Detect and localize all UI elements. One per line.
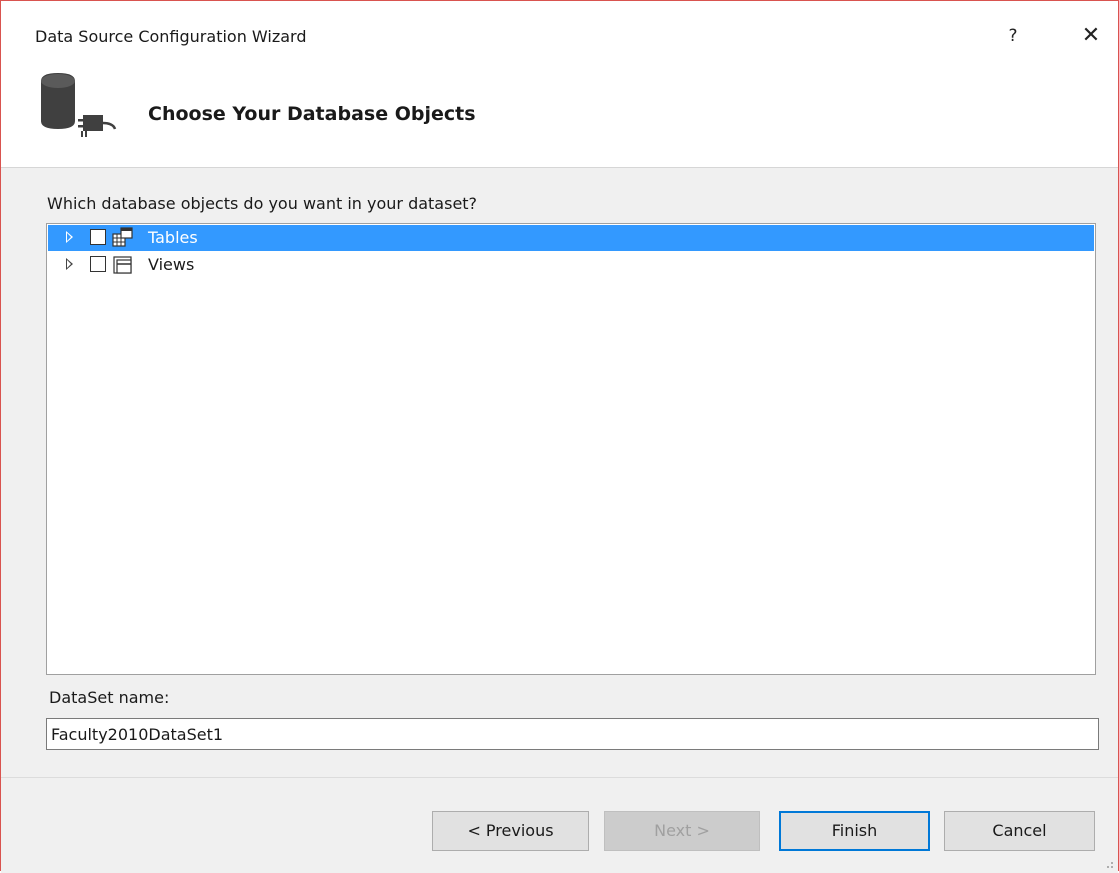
wizard-window: Data Source Configuration Wizard ? ✕ Cho… <box>0 0 1119 873</box>
question-label: Which database objects do you want in yo… <box>47 194 478 213</box>
page-title: Choose Your Database Objects <box>148 103 476 125</box>
cancel-button[interactable]: Cancel <box>944 811 1095 851</box>
title-bar: Data Source Configuration Wizard ? ✕ <box>1 1 1118 71</box>
database-connection-icon <box>41 73 117 137</box>
expand-arrow-icon[interactable] <box>66 258 73 270</box>
help-button[interactable]: ? <box>1001 21 1025 51</box>
next-button[interactable]: Next > <box>604 811 760 851</box>
views-checkbox[interactable] <box>90 256 106 272</box>
database-objects-tree[interactable]: Tables Views <box>46 223 1096 675</box>
dataset-name-input[interactable] <box>46 718 1099 750</box>
resize-grip-icon[interactable] <box>1104 859 1114 869</box>
button-bar: < Previous Next > Finish Cancel <box>1 777 1118 873</box>
tree-item-label: Tables <box>148 228 198 247</box>
wizard-header: Choose Your Database Objects <box>1 71 1118 167</box>
views-icon <box>113 256 132 274</box>
tree-item-label: Views <box>148 255 195 274</box>
tree-item-views[interactable]: Views <box>48 252 1094 278</box>
dataset-name-label: DataSet name: <box>49 688 170 707</box>
previous-button[interactable]: < Previous <box>432 811 589 851</box>
window-title: Data Source Configuration Wizard <box>35 27 307 46</box>
tree-item-tables[interactable]: Tables <box>48 225 1094 251</box>
tables-icon <box>112 227 133 247</box>
content-panel: Which database objects do you want in yo… <box>1 167 1118 778</box>
close-button[interactable]: ✕ <box>1076 21 1106 51</box>
tables-checkbox[interactable] <box>90 229 106 245</box>
expand-arrow-icon[interactable] <box>66 231 73 243</box>
finish-button[interactable]: Finish <box>779 811 930 851</box>
